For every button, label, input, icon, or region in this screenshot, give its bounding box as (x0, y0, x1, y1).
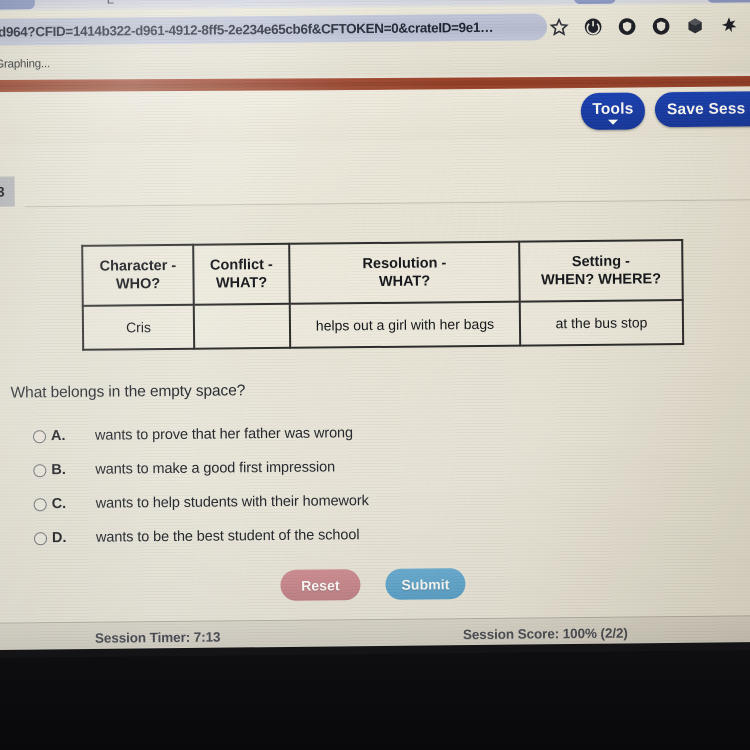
tools-button[interactable]: Tools (580, 92, 646, 131)
radio-button-d[interactable] (33, 531, 48, 545)
question-number-strip (0, 136, 750, 207)
option-letter-c: C. (51, 495, 67, 513)
question-number-badge: 3 (0, 176, 15, 207)
cell-character: Cris (82, 304, 195, 350)
option-text-d: wants to be the best student of the scho… (95, 527, 360, 546)
bookmark-item-graphing[interactable]: | Graphing... (0, 58, 50, 71)
option-text-a: wants to prove that her father was wrong (94, 425, 354, 444)
save-session-button-label: Save Sess (666, 99, 746, 118)
address-bar-text: /9e1d964?CFID=1414b322-d961-4912-8ff5-2e… (0, 19, 494, 40)
header-line-2: WHEN? WHERE? (540, 271, 662, 289)
table-header-character: Character - WHO? (82, 244, 194, 306)
answer-options-group: A. wants to prove that her father was wr… (32, 413, 674, 555)
table-row: Cris helps out a girl with her bags at t… (82, 300, 684, 350)
radio-button-c[interactable] (33, 497, 47, 511)
tools-button-label: Tools (592, 100, 634, 118)
shield-icon[interactable] (617, 16, 637, 36)
photographed-screen: E /9e1d964?CFID=1414b322-d961-4912-8ff5-… (0, 0, 750, 750)
submit-button-label: Submit (401, 575, 450, 593)
save-session-button[interactable]: Save Sess (654, 91, 750, 128)
option-letter-d: D. (51, 529, 67, 547)
puzzle-icon[interactable] (719, 15, 739, 35)
radio-button-b[interactable] (33, 463, 47, 477)
radio-button-a[interactable] (32, 429, 47, 443)
shield-alt-icon[interactable] (651, 16, 671, 36)
browser-window: E /9e1d964?CFID=1414b322-d961-4912-8ff5-… (0, 0, 750, 666)
power-icon[interactable] (583, 17, 603, 37)
session-timer: Session Timer: 7:13 (94, 629, 221, 646)
reset-button-label: Reset (301, 576, 340, 594)
address-bar[interactable]: /9e1d964?CFID=1414b322-d961-4912-8ff5-2e… (0, 13, 548, 46)
session-score: Session Score: 100% (2/2) (462, 625, 628, 643)
cell-resolution: helps out a girl with her bags (289, 301, 521, 348)
table-header-conflict: Conflict - WHAT? (193, 243, 290, 305)
tab-favicon-glyph: E (106, 0, 115, 7)
reset-button[interactable]: Reset (280, 569, 361, 601)
header-line-2: WHO? (115, 276, 161, 293)
browser-icon-group (549, 15, 739, 37)
cell-setting: at the bus stop (519, 300, 684, 346)
header-line-1: Resolution - (362, 255, 447, 272)
option-text-c: wants to help students with their homewo… (95, 493, 369, 512)
cube-icon[interactable] (685, 16, 705, 36)
question-content: Character - WHO? Conflict - WHAT? Resolu… (0, 200, 750, 663)
browser-tab-fragment-right[interactable] (706, 0, 750, 3)
option-letter-a: A. (50, 427, 66, 445)
story-elements-table: Character - WHO? Conflict - WHAT? Resolu… (81, 239, 685, 351)
header-line-1: Setting - (571, 253, 630, 270)
header-line-1: Conflict - (209, 256, 273, 274)
action-button-group: Reset Submit (280, 568, 466, 601)
submit-button[interactable]: Submit (385, 568, 466, 600)
table-header-setting: Setting - WHEN? WHERE? (519, 240, 683, 302)
photo-dark-surround (0, 650, 750, 750)
header-line-2: WHAT? (378, 273, 431, 290)
answer-option-d[interactable]: D. wants to be the best student of the s… (33, 515, 674, 555)
table-header-row: Character - WHO? Conflict - WHAT? Resolu… (82, 240, 683, 306)
question-prompt: What belongs in the empty space? (10, 382, 246, 402)
header-line-1: Character - (99, 257, 177, 275)
cell-conflict-empty (193, 303, 291, 349)
chevron-down-icon (608, 119, 619, 125)
option-letter-b: B. (51, 461, 66, 479)
header-line-2: WHAT? (215, 275, 268, 292)
browser-tab-fragment-left[interactable] (0, 0, 35, 10)
bookmark-star-icon[interactable] (549, 17, 569, 37)
table-header-resolution: Resolution - WHAT? (289, 241, 520, 304)
browser-url-bar-row: /9e1d964?CFID=1414b322-d961-4912-8ff5-2e… (0, 3, 750, 55)
browser-tab-fragment-middle[interactable] (573, 0, 616, 5)
option-text-b: wants to make a good first impression (95, 459, 336, 478)
